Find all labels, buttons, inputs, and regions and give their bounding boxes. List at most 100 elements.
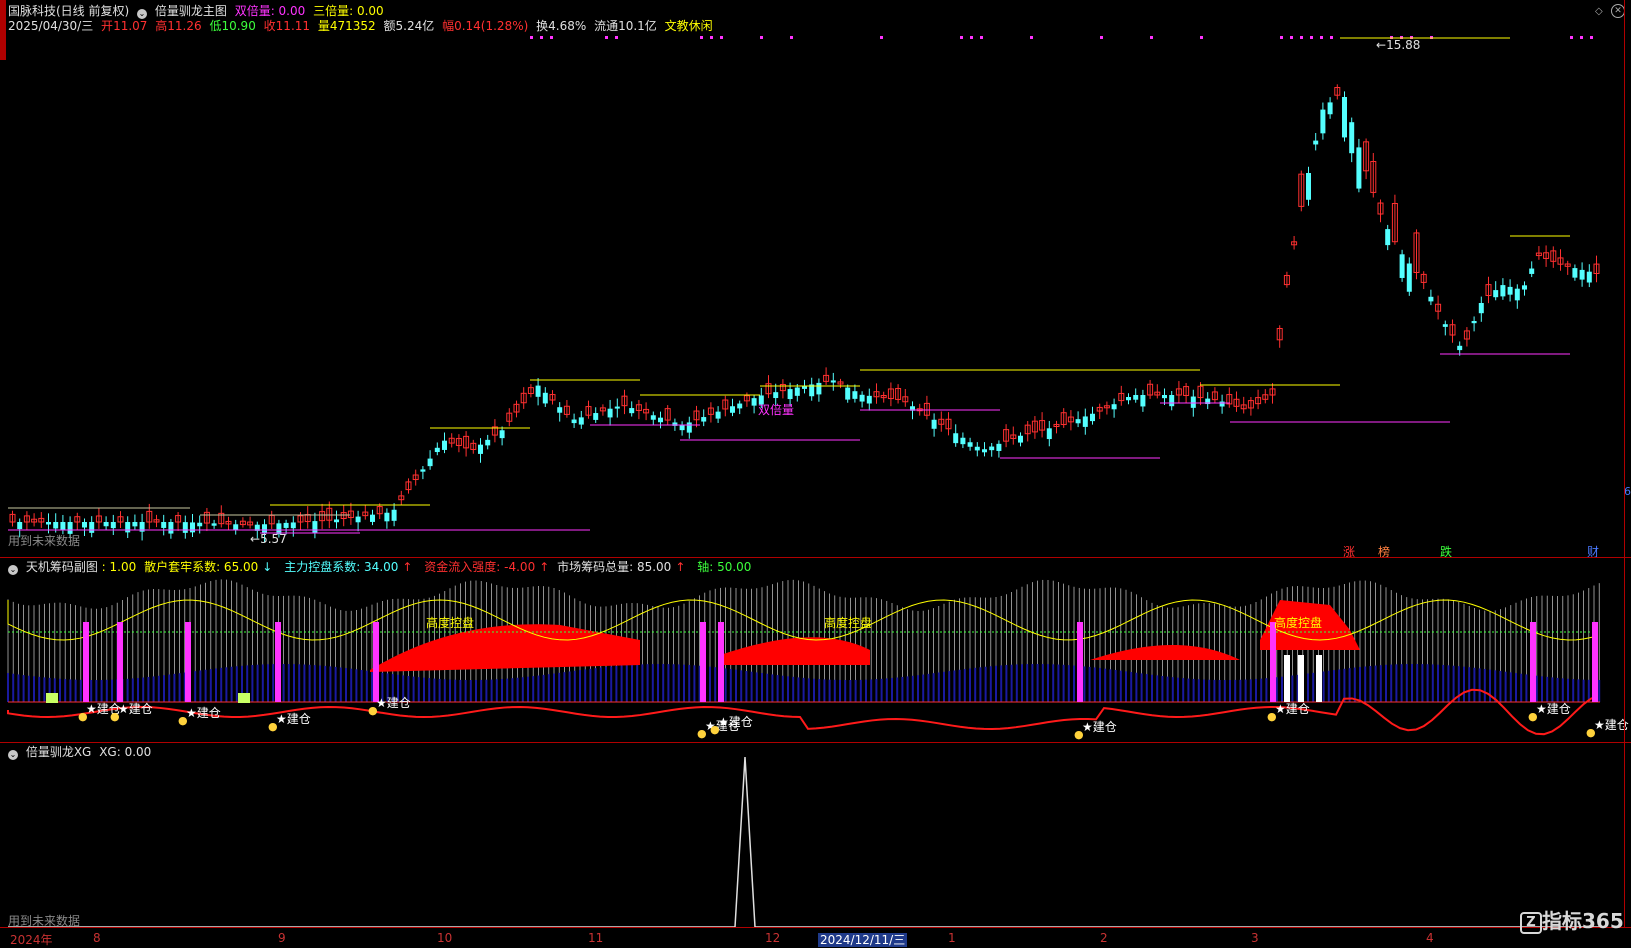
brand-watermark: Z 指标365 — [1520, 905, 1624, 934]
axis-value: 轴: 50.00 — [697, 560, 752, 574]
candle-body — [679, 424, 685, 431]
candle-body — [1018, 435, 1023, 443]
axis-selected-date[interactable]: 2024/12/11/三 — [818, 931, 908, 948]
candle-body — [614, 406, 620, 409]
build-signal-bar — [1270, 622, 1276, 702]
candle-body — [1162, 395, 1167, 399]
signal-dot — [550, 36, 553, 39]
brand-logo-icon: Z — [1520, 912, 1542, 934]
candle-body — [478, 444, 483, 454]
candle-body — [283, 522, 289, 528]
candle-body — [593, 413, 599, 420]
candle-body — [1399, 254, 1405, 278]
candle-body — [1442, 324, 1448, 327]
chip-distribution-chart — [7, 579, 1601, 736]
candle-body — [953, 433, 959, 444]
build-signal-bar — [718, 622, 724, 702]
candle-body — [542, 392, 548, 404]
candle-body — [168, 522, 174, 534]
candle-body — [103, 522, 109, 527]
retail-coefficient: 散户套牢系数: 65.00 ↓ — [144, 560, 273, 574]
money-bag-icon: ● — [1074, 728, 1084, 741]
signal-dot — [1570, 36, 1573, 39]
candle-body — [658, 417, 663, 423]
candle-body — [1046, 428, 1052, 440]
candle-body — [845, 387, 851, 400]
sub-dropdown-icon[interactable]: ⌄ — [8, 565, 18, 575]
signal-dot — [605, 36, 608, 39]
candle-body — [427, 458, 433, 467]
candle-body — [989, 446, 995, 451]
signal-dot — [530, 36, 533, 39]
candle-body — [211, 523, 217, 526]
market-chip-total: 市场筹码总量: 85.00 ↑ — [557, 560, 686, 574]
red-control-area — [720, 637, 870, 665]
build-position-tag: ★建仓 — [186, 706, 221, 720]
candle-body — [355, 516, 361, 523]
candle-body — [1140, 395, 1146, 407]
candle-body — [384, 512, 390, 522]
candle-body — [290, 522, 296, 529]
axis-month: 12 — [765, 931, 781, 945]
green-block — [46, 693, 58, 703]
candle-body — [859, 394, 865, 402]
candle-body — [701, 417, 707, 422]
axis-month: 9 — [278, 931, 286, 945]
candle-body — [996, 443, 1002, 451]
candle-body — [190, 522, 195, 533]
xg-dropdown-icon[interactable]: ⌄ — [8, 750, 18, 760]
axis-month: 4 — [1426, 931, 1434, 945]
candle-body — [931, 419, 937, 429]
candle-body — [974, 446, 980, 451]
candlesticks — [9, 36, 1600, 543]
signal-dot — [615, 36, 618, 39]
signal-dot — [960, 36, 963, 39]
signal-dot — [1030, 36, 1033, 39]
candle-body — [1471, 321, 1477, 324]
price-chart[interactable] — [0, 0, 1631, 948]
candle-body — [110, 522, 116, 529]
candle-body — [1478, 303, 1484, 314]
signal-dot — [1580, 36, 1583, 39]
candle-body — [967, 442, 973, 447]
candle-body — [1133, 395, 1139, 400]
signal-dot — [1100, 36, 1103, 39]
money-bag-icon: ● — [1267, 710, 1277, 723]
panel-divider-1[interactable] — [0, 557, 1631, 558]
candle-body — [370, 514, 375, 522]
candle-body — [866, 395, 872, 404]
sub-panel-title[interactable]: 天机筹码副图 — [26, 560, 98, 574]
xg-value: XG: 0.00 — [99, 745, 152, 759]
axis-month: 10 — [437, 931, 453, 945]
candle-body — [1327, 102, 1333, 115]
panel-divider-2[interactable] — [0, 742, 1631, 743]
candle-body — [787, 389, 793, 400]
candle-body — [1306, 173, 1311, 200]
candle-body — [1075, 419, 1081, 424]
candle-body — [1111, 404, 1117, 410]
candle-body — [46, 522, 51, 525]
xg-panel-header: ⌄ 倍量驯龙XG XG: 0.00 — [8, 745, 155, 760]
double-volume-tag: 双倍量 — [758, 403, 795, 417]
sub-panel-header: ⌄ 天机筹码副图 : 1.00 散户套牢系数: 65.00 ↓ 主力控盘系数: 3… — [8, 560, 755, 575]
axis-month: 11 — [588, 931, 604, 945]
signal-dot — [1280, 36, 1283, 39]
candle-body — [125, 522, 131, 533]
signal-dot — [700, 36, 703, 39]
low-price-marker: ←5.57 — [250, 532, 287, 546]
candle-body — [737, 403, 743, 409]
money-bag-icon: ● — [268, 720, 278, 733]
candle-body — [773, 392, 779, 399]
candle-body — [60, 522, 66, 530]
xg-panel-title[interactable]: 倍量驯龙XG — [26, 745, 92, 759]
build-position-tag: ★建仓 — [1082, 720, 1117, 734]
signal-dot — [1320, 36, 1323, 39]
candle-body — [830, 380, 836, 383]
future-data-note: 用到未来数据 — [8, 534, 81, 548]
candle-body — [650, 415, 656, 420]
build-signal-bar — [1077, 622, 1083, 702]
capital-inflow: 资金流入强度: -4.00 ↑ — [424, 560, 550, 574]
money-bag-icon: ● — [697, 727, 707, 740]
candle-body — [420, 469, 426, 472]
candle-body — [1529, 268, 1535, 274]
